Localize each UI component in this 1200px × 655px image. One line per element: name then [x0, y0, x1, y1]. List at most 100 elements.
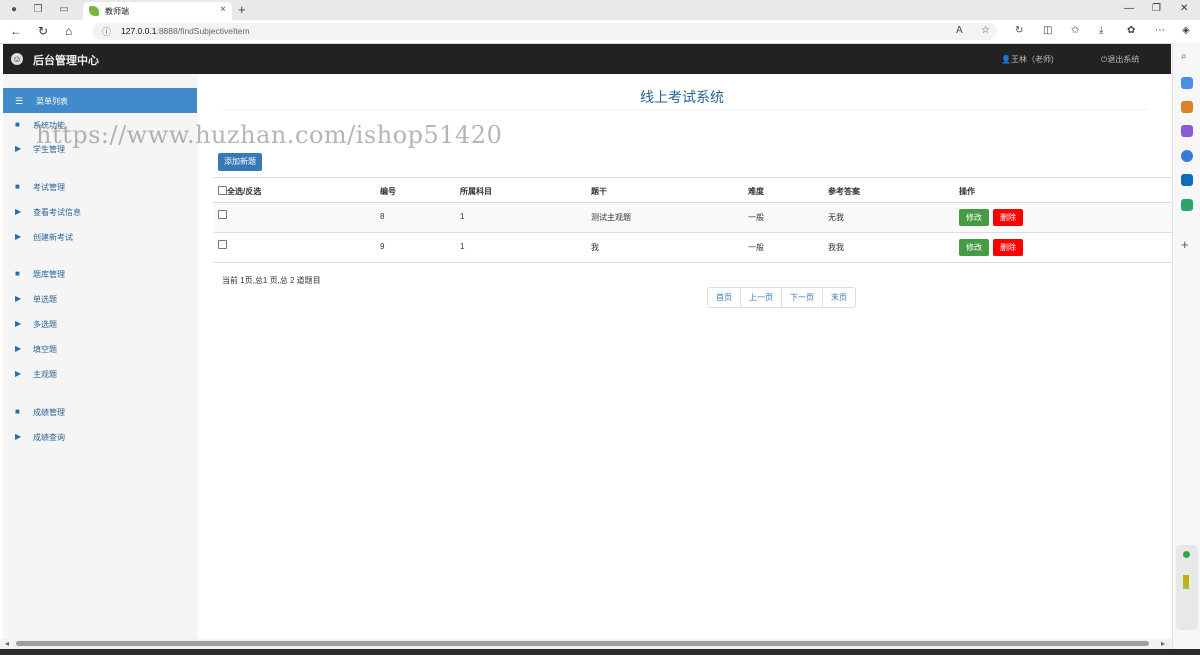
- sidebar-item-grade-query[interactable]: ▶ 成绩查询: [3, 430, 197, 446]
- sidebar-label: 查看考试信息: [33, 208, 81, 217]
- logout-label: 退出系统: [1107, 55, 1140, 64]
- briefcase-icon: ■: [15, 120, 20, 129]
- site-info-icon[interactable]: ⓘ: [102, 25, 111, 38]
- games-icon[interactable]: [1181, 125, 1193, 137]
- header-select: 全选/反选: [227, 187, 262, 196]
- title-divider: [222, 109, 1148, 110]
- prev-page-link[interactable]: 上一页: [741, 288, 782, 307]
- last-page-link[interactable]: 末页: [823, 288, 855, 307]
- play-icon: ▶: [15, 432, 22, 441]
- address-bar-row: ← ↻ ⌂ ⓘ 127.0.0.1:8888/findSubjectiveIte…: [0, 20, 1200, 44]
- play-icon: ▶: [15, 207, 22, 216]
- cell-difficulty: 一般: [748, 243, 764, 252]
- extensions-icon[interactable]: ✿: [1127, 25, 1135, 36]
- briefcase-icon: ■: [15, 269, 20, 278]
- table-row: 9 1 我 一般 我我 修改 删除: [213, 233, 1172, 263]
- scroll-thumb[interactable]: [16, 641, 1149, 646]
- sidebar: ☰ 菜单列表 ■ 系统功能 ▶ 学生管理 ■ 考试管理 ▶ 查看考试信息 ▶ 创…: [3, 74, 198, 639]
- minimize-button[interactable]: —: [1124, 3, 1134, 14]
- briefcase-icon: ■: [15, 407, 20, 416]
- play-icon: ▶: [15, 369, 22, 378]
- watermark-text: https://www.huzhan.com/ishop51420: [36, 121, 503, 149]
- sidebar-group-question-bank[interactable]: ■ 题库管理: [3, 267, 197, 283]
- favorite-star-icon[interactable]: ☆: [981, 25, 990, 36]
- toolbox-icon[interactable]: [1181, 101, 1193, 113]
- favorites-icon[interactable]: ✩: [1071, 25, 1079, 36]
- cell-difficulty: 一般: [748, 213, 764, 222]
- pagination: 首页 上一页 下一页 末页: [707, 287, 856, 308]
- horizontal-scrollbar[interactable]: ◂ ▸: [0, 639, 1172, 649]
- refresh-icon[interactable]: ↻: [38, 24, 48, 38]
- profile-icon[interactable]: ●: [8, 4, 20, 16]
- sidebar-label: 创建新考试: [33, 233, 73, 242]
- cell-stem: 我: [591, 243, 599, 252]
- edit-button[interactable]: 修改: [959, 239, 989, 256]
- refresh-extension-icon[interactable]: ↻: [1015, 25, 1023, 36]
- row-checkbox[interactable]: [218, 240, 227, 249]
- add-sidebar-icon[interactable]: +: [1181, 238, 1193, 251]
- tab-title: 教师端: [105, 7, 129, 16]
- downloads-icon[interactable]: ⤓: [1099, 25, 1103, 36]
- next-page-link[interactable]: 下一页: [782, 288, 823, 307]
- tag-icon[interactable]: [1181, 77, 1193, 89]
- scroll-right-icon[interactable]: ▸: [1161, 639, 1165, 648]
- sidebar-group-exam[interactable]: ■ 考试管理: [3, 180, 197, 196]
- close-window-button[interactable]: ✕: [1180, 3, 1188, 14]
- tab-actions-icon[interactable]: ▭: [58, 4, 70, 16]
- url-field[interactable]: ⓘ 127.0.0.1:8888/findSubjectiveItem: [92, 23, 997, 40]
- sidebar-item-single-choice[interactable]: ▶ 单选题: [3, 292, 197, 308]
- play-icon: ▶: [15, 344, 22, 353]
- home-icon[interactable]: ⌂: [65, 24, 72, 38]
- header-answer: 参考答案: [828, 187, 860, 196]
- sidebar-label: 考试管理: [33, 183, 65, 192]
- sidebar-group-grades[interactable]: ■ 成绩管理: [3, 405, 197, 421]
- select-all-checkbox[interactable]: [218, 186, 227, 195]
- header-actions: 操作: [959, 187, 975, 196]
- split-screen-icon[interactable]: ◫: [1043, 25, 1052, 36]
- delete-button[interactable]: 删除: [993, 209, 1023, 226]
- sidebar-item-view-exam[interactable]: ▶ 查看考试信息: [3, 205, 197, 221]
- table-header: 全选/反选 编号 所属科目 题干 难度 参考答案 操作: [213, 177, 1172, 204]
- read-aloud-icon[interactable]: A: [956, 25, 963, 36]
- copilot-edge-icon[interactable]: [1181, 150, 1193, 162]
- more-menu-icon[interactable]: ⋯: [1155, 25, 1165, 36]
- weather-widget[interactable]: [1176, 545, 1198, 630]
- cell-id: 8: [380, 212, 385, 221]
- page-title: 线上考试系统: [640, 89, 724, 105]
- scroll-left-icon[interactable]: ◂: [5, 639, 9, 648]
- sidebar-label: 单选题: [33, 295, 57, 304]
- browser-tab-bar: ● ❒ ▭ 教师端 × + — ❐ ✕: [0, 0, 1200, 20]
- close-tab-icon[interactable]: ×: [220, 4, 226, 15]
- sidebar-item-subjective[interactable]: ▶ 主观题: [3, 367, 197, 383]
- sidebar-item-create-exam[interactable]: ▶ 创建新考试: [3, 230, 197, 246]
- logo-icon: ☺: [11, 53, 23, 65]
- cell-subject: 1: [460, 212, 465, 221]
- briefcase-icon: ■: [15, 182, 20, 191]
- cell-answer: 我我: [828, 243, 844, 252]
- workspaces-icon[interactable]: ❒: [32, 4, 44, 16]
- browser-tab-active[interactable]: 教师端 ×: [83, 2, 232, 20]
- delete-button[interactable]: 删除: [993, 239, 1023, 256]
- first-page-link[interactable]: 首页: [708, 288, 741, 307]
- search-icon[interactable]: ⌕: [1181, 51, 1193, 63]
- logout-link[interactable]: ⏻退出系统: [1101, 54, 1139, 65]
- restore-button[interactable]: ❐: [1152, 3, 1161, 14]
- add-question-button[interactable]: 添加新题: [218, 153, 262, 171]
- url-text: 127.0.0.1:8888/findSubjectiveItem: [121, 26, 250, 36]
- user-menu[interactable]: 👤王林（老师): [1001, 54, 1054, 65]
- menu-list-header[interactable]: ☰ 菜单列表: [3, 88, 197, 113]
- sidebar-item-multi-choice[interactable]: ▶ 多选题: [3, 317, 197, 333]
- outlook-icon[interactable]: [1181, 174, 1193, 186]
- brand-title[interactable]: 后台管理中心: [33, 52, 99, 68]
- shopping-icon[interactable]: [1181, 199, 1193, 211]
- play-icon: ▶: [15, 144, 22, 153]
- list-icon: ☰: [15, 96, 24, 106]
- new-tab-button[interactable]: +: [238, 2, 246, 17]
- sidebar-label: 题库管理: [33, 270, 65, 279]
- os-taskbar: [0, 649, 1200, 655]
- sidebar-item-fill-blank[interactable]: ▶ 填空题: [3, 342, 197, 358]
- copilot-icon[interactable]: ◈: [1182, 25, 1190, 36]
- back-arrow-icon[interactable]: ←: [10, 24, 22, 38]
- row-checkbox[interactable]: [218, 210, 227, 219]
- edit-button[interactable]: 修改: [959, 209, 989, 226]
